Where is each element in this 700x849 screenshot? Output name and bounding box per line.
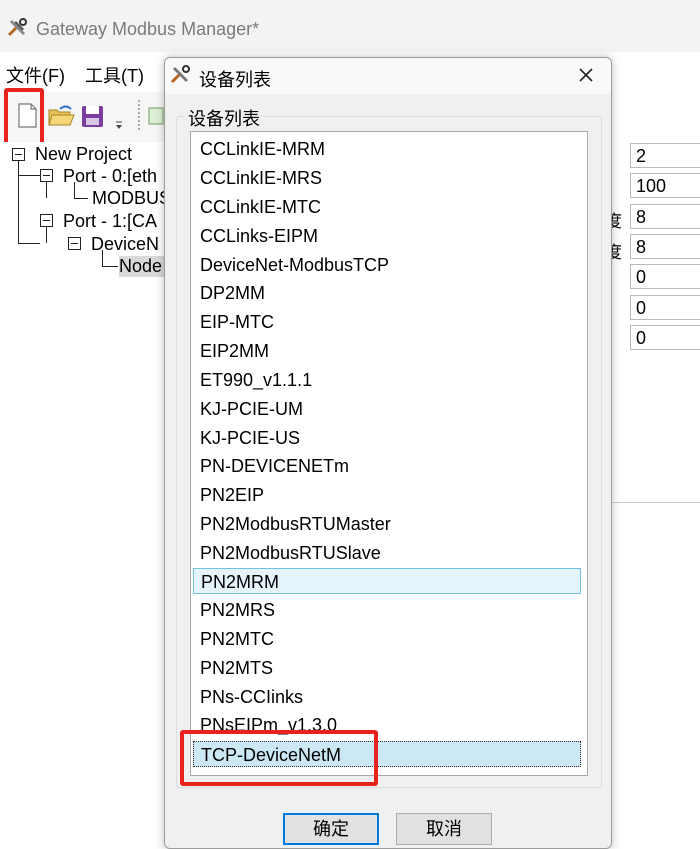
- list-item[interactable]: CCLinkIE-MRS: [193, 165, 581, 191]
- highlight-box-selected: [180, 730, 378, 786]
- list-item[interactable]: PN2MTC: [193, 626, 581, 652]
- tree-connector: [74, 198, 88, 199]
- window-title: Gateway Modbus Manager*: [36, 19, 260, 39]
- tree-item-port1[interactable]: Port - 1:[CA: [63, 211, 157, 232]
- highlight-box-new: [4, 88, 44, 146]
- collapse-icon[interactable]: [12, 148, 25, 161]
- list-item[interactable]: PN2MRS: [193, 597, 581, 623]
- tree-item-project[interactable]: New Project: [35, 144, 132, 165]
- list-item-hovered[interactable]: PN2MRM: [193, 568, 581, 594]
- property-value[interactable]: 2: [630, 143, 700, 168]
- tree-connector: [18, 161, 19, 243]
- property-value[interactable]: 100: [630, 173, 700, 198]
- cancel-button[interactable]: 取消: [396, 813, 492, 845]
- tree-item-port0[interactable]: Port - 0:[eth: [63, 166, 157, 187]
- dialog-title: 设备列表: [199, 70, 271, 90]
- list-item[interactable]: PN2EIP: [193, 482, 581, 508]
- list-item[interactable]: ET990_v1.1.1: [193, 367, 581, 393]
- list-item[interactable]: DeviceNet-ModbusTCP: [193, 252, 581, 278]
- property-value[interactable]: 8: [630, 234, 700, 259]
- property-value[interactable]: 0: [630, 264, 700, 289]
- list-item[interactable]: CCLinks-EIPM: [193, 223, 581, 249]
- list-item[interactable]: EIP2MM: [193, 338, 581, 364]
- collapse-icon[interactable]: [40, 214, 53, 227]
- list-item[interactable]: CCLinkIE-MTC: [193, 194, 581, 220]
- title-bar: Gateway Modbus Manager*: [0, 0, 700, 52]
- tools-icon: [7, 18, 27, 37]
- save-disk-icon[interactable]: [78, 98, 108, 132]
- list-item[interactable]: CCLinkIE-MRM: [193, 136, 581, 162]
- list-item[interactable]: KJ-PCIE-US: [193, 425, 581, 451]
- property-grid-divider: [605, 502, 700, 503]
- list-item[interactable]: PN2ModbusRTUMaster: [193, 511, 581, 537]
- list-item[interactable]: KJ-PCIE-UM: [193, 396, 581, 422]
- collapse-icon[interactable]: [68, 237, 81, 250]
- close-icon[interactable]: [575, 64, 597, 86]
- group-box-label: 设备列表: [185, 105, 263, 131]
- tree-connector: [46, 227, 47, 243]
- list-item[interactable]: PN-DEVICENETm: [193, 453, 581, 479]
- property-value[interactable]: 8: [630, 204, 700, 229]
- property-value[interactable]: 0: [630, 325, 700, 350]
- tree-connector: [18, 243, 40, 244]
- open-folder-icon[interactable]: [46, 98, 76, 132]
- list-item[interactable]: PNs-CCIinks: [193, 684, 581, 710]
- project-tree: New Project Port - 0:[eth MODBUS Port - …: [0, 142, 171, 834]
- property-value[interactable]: 0: [630, 295, 700, 320]
- chevron-down-icon[interactable]: [112, 98, 126, 132]
- ok-button[interactable]: 确定: [283, 813, 379, 845]
- tree-connector: [102, 266, 118, 267]
- list-item[interactable]: PN2ModbusRTUSlave: [193, 540, 581, 566]
- list-item[interactable]: PN2MTS: [193, 655, 581, 681]
- menu-file[interactable]: 文件(F): [6, 62, 65, 88]
- tree-item-modbus[interactable]: MODBUS: [92, 188, 171, 209]
- toolbar-separator: [138, 100, 144, 130]
- device-listbox[interactable]: CCLinkIE-MRM CCLinkIE-MRS CCLinkIE-MTC C…: [190, 131, 588, 776]
- menu-tools[interactable]: 工具(T): [85, 62, 144, 88]
- tools-icon: [170, 65, 190, 84]
- toolbar-tool-icon[interactable]: [145, 98, 165, 132]
- tree-connector: [18, 175, 40, 176]
- dialog-title-bar: 设备列表: [165, 58, 611, 94]
- list-item[interactable]: DP2MM: [193, 280, 581, 306]
- tree-connector: [74, 182, 75, 198]
- tree-item-node[interactable]: Node: [119, 256, 167, 277]
- tree-connector: [102, 250, 103, 266]
- tree-connector: [46, 182, 47, 198]
- list-item[interactable]: EIP-MTC: [193, 309, 581, 335]
- collapse-icon[interactable]: [40, 169, 53, 182]
